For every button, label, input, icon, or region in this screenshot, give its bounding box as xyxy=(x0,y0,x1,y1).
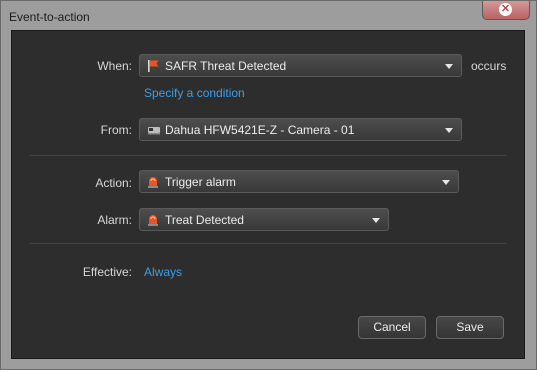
alarm-value: Treat Detected xyxy=(165,213,244,227)
camera-icon xyxy=(148,127,160,135)
chevron-down-icon xyxy=(445,128,453,133)
save-button[interactable]: Save xyxy=(436,316,504,339)
alarm-light-icon xyxy=(148,215,158,226)
action-value: Trigger alarm xyxy=(165,175,236,189)
alarm-light-icon xyxy=(148,177,158,188)
action-label: Action: xyxy=(95,176,132,190)
title-bar: Event-to-action ✕ xyxy=(1,1,536,29)
when-event-value: SAFR Threat Detected xyxy=(165,59,287,73)
event-to-action-dialog: Event-to-action ✕ When: SAFR Threat Dete… xyxy=(0,0,537,370)
action-dropdown[interactable]: Trigger alarm xyxy=(139,170,459,193)
chevron-down-icon xyxy=(445,64,453,69)
divider xyxy=(30,243,506,244)
dialog-title: Event-to-action xyxy=(9,10,90,24)
specify-condition-link[interactable]: Specify a condition xyxy=(144,86,245,100)
when-event-dropdown[interactable]: SAFR Threat Detected xyxy=(139,54,462,77)
effective-schedule-link[interactable]: Always xyxy=(144,265,182,279)
effective-label: Effective: xyxy=(82,265,132,279)
dialog-content: When: SAFR Threat Detected occurs Specif… xyxy=(11,30,525,359)
close-icon: ✕ xyxy=(499,3,512,16)
chevron-down-icon xyxy=(372,218,380,223)
chevron-down-icon xyxy=(442,180,450,185)
alarm-label: Alarm: xyxy=(97,213,132,227)
alarm-dropdown[interactable]: Treat Detected xyxy=(139,208,389,231)
divider xyxy=(30,155,506,156)
from-source-dropdown[interactable]: Dahua HFW5421E-Z - Camera - 01 xyxy=(139,118,462,141)
when-label: When: xyxy=(97,59,132,73)
from-source-value: Dahua HFW5421E-Z - Camera - 01 xyxy=(165,123,355,137)
occurs-label: occurs xyxy=(471,59,507,73)
close-button[interactable]: ✕ xyxy=(482,1,530,20)
from-label: From: xyxy=(100,123,132,137)
cancel-button[interactable]: Cancel xyxy=(358,316,426,339)
event-flag-icon xyxy=(148,60,159,72)
